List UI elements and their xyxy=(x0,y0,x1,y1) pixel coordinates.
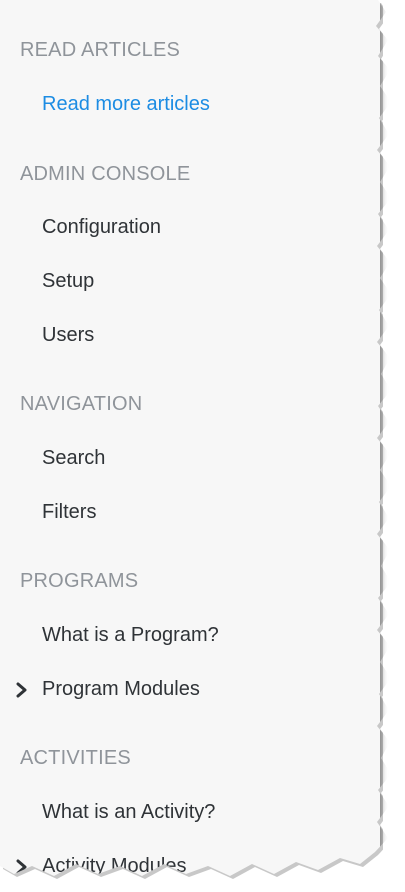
sidebar-item-program-modules[interactable]: Program Modules xyxy=(42,678,200,701)
section-heading-read-articles: READ ARTICLES xyxy=(20,39,181,61)
section-heading-programs: PROGRAMS xyxy=(20,570,139,592)
sidebar-item-what-is-a-program[interactable]: What is a Program? xyxy=(42,624,219,647)
sidebar-item-what-is-an-activity[interactable]: What is an Activity? xyxy=(42,801,215,824)
sidebar-item-setup[interactable]: Setup xyxy=(42,270,94,293)
sidebar-panel: READ ARTICLES Read more articles ADMIN C… xyxy=(0,0,380,876)
section-heading-admin-console: ADMIN CONSOLE xyxy=(20,163,191,185)
section-heading-navigation: NAVIGATION xyxy=(20,393,143,415)
sidebar-item-filters[interactable]: Filters xyxy=(42,501,96,524)
sidebar-item-search[interactable]: Search xyxy=(42,447,105,470)
read-more-articles-link[interactable]: Read more articles xyxy=(42,93,210,116)
section-heading-activities: ACTIVITIES xyxy=(20,747,131,769)
chevron-right-icon[interactable] xyxy=(16,682,28,698)
sidebar-item-users[interactable]: Users xyxy=(42,324,94,347)
sidebar-item-configuration[interactable]: Configuration xyxy=(42,216,161,239)
